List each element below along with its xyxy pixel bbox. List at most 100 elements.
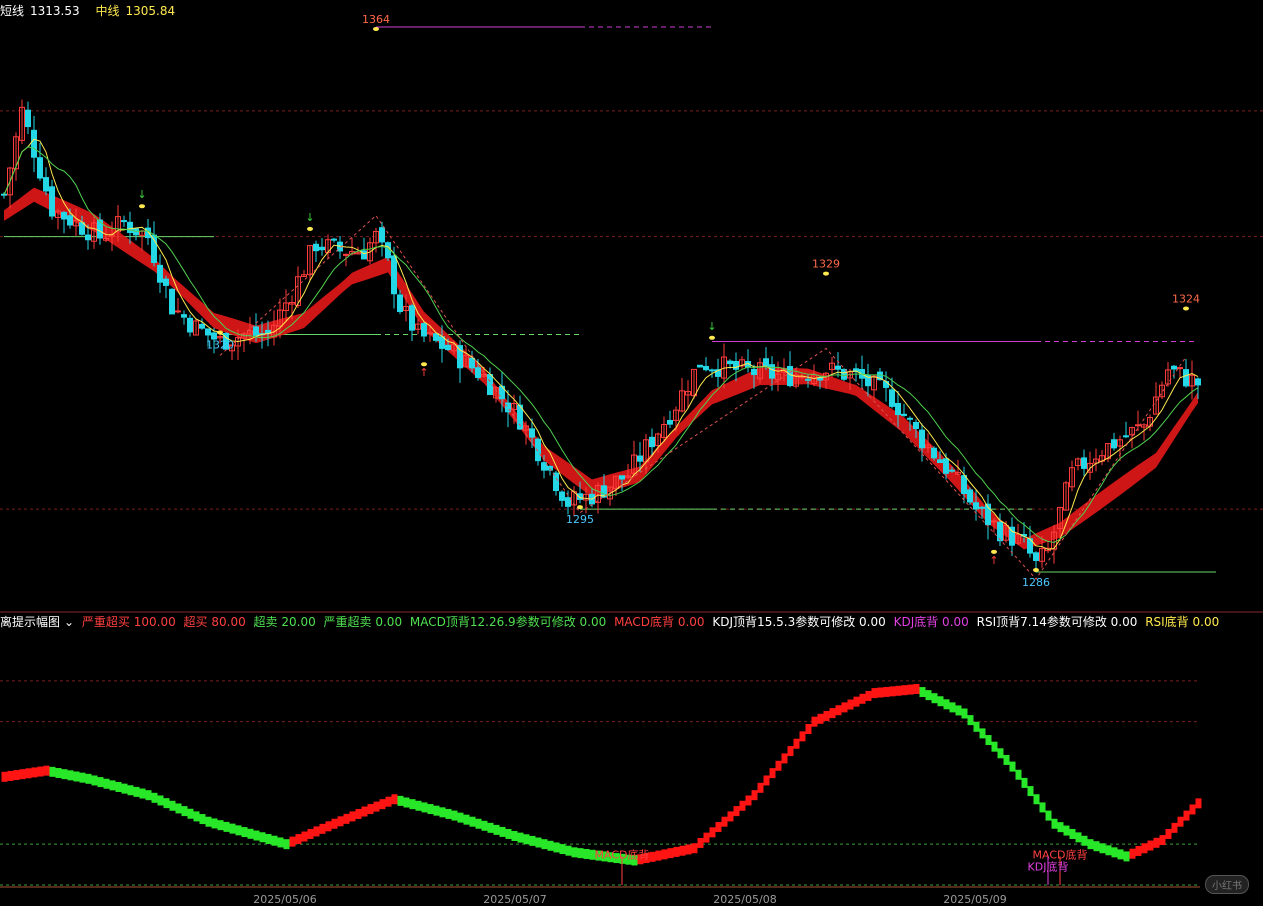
candle-body [919, 429, 925, 449]
oscillator-bar [1015, 769, 1022, 780]
oscillator-bar [121, 783, 128, 794]
oscillator-bar [661, 849, 668, 860]
divergence-label: MACD底背 [1033, 847, 1088, 861]
oscillator-bar [1075, 832, 1082, 843]
oscillator-bar [253, 830, 260, 841]
oscillator-bar [1147, 840, 1154, 851]
candle-body [895, 402, 901, 416]
oscillator-bar [31, 767, 38, 778]
oscillator-bar [877, 687, 884, 698]
osc-legend-6: MACD底背 0.00 [614, 615, 705, 629]
candle-body [187, 317, 193, 333]
oscillator-bar [229, 823, 236, 834]
oscillator-bar [685, 844, 692, 855]
candle-body [769, 364, 775, 379]
oscillator-bar [841, 702, 848, 713]
oscillator-bar [727, 811, 734, 822]
oscillator-bar [919, 687, 926, 698]
candle-body [379, 227, 385, 243]
candle-body [43, 177, 49, 192]
divergence-label: MACD底背 [595, 847, 650, 861]
oscillator-bar [1153, 837, 1160, 848]
extreme-label: 1364 [362, 13, 390, 26]
oscillator-bar [937, 696, 944, 707]
extreme-dot [823, 271, 829, 276]
candle-body [127, 221, 133, 234]
oscillator-bar [361, 806, 368, 817]
candle-body [445, 344, 451, 351]
sell-dot [709, 335, 715, 340]
oscillator-bar [781, 753, 788, 764]
oscillator-bar [553, 842, 560, 853]
candle-body [1081, 457, 1087, 469]
date-label: 2025/05/08 [713, 893, 777, 906]
oscillator-bar [1051, 818, 1058, 829]
oscillator-bar [1183, 810, 1190, 821]
oscillator-bar [709, 827, 716, 838]
oscillator-bar [511, 831, 518, 841]
oscillator-bar [469, 816, 476, 827]
candle-body [25, 109, 31, 128]
oscillator-bar [565, 845, 572, 856]
candle-body [937, 459, 943, 464]
candle-body [205, 328, 211, 336]
oscillator-bar [205, 816, 212, 827]
oscillator-legend[interactable]: 离提示幅图 ⌄ 严重超买 100.00 超买 80.00 超卖 20.00 严重超… [0, 613, 1223, 630]
oscillator-bar [523, 834, 530, 845]
candle-body [835, 365, 841, 370]
oscillator-bar [973, 721, 980, 732]
oscillator-bar [277, 837, 284, 848]
oscillator-bar [433, 805, 440, 816]
oscillator-bar [175, 803, 182, 814]
sell-dot [139, 204, 145, 209]
extreme-dot [1183, 306, 1189, 311]
oscillator-bar [1129, 848, 1136, 859]
candle-body [529, 428, 535, 438]
candle-body [1111, 439, 1117, 449]
candle-body [763, 358, 769, 367]
oscillator-bar [739, 800, 746, 811]
candle-body [637, 455, 643, 462]
oscillator-bar [703, 832, 710, 843]
oscillator-bar [1, 771, 8, 782]
oscillator-bar [1135, 845, 1142, 856]
oscillator-bar [751, 790, 758, 801]
oscillator-bar [289, 836, 296, 847]
chevron-down-icon[interactable]: ⌄ [64, 615, 74, 629]
osc-title[interactable]: 离提示幅图 [0, 615, 60, 629]
oscillator-bar [991, 741, 998, 752]
oscillator-bar [157, 795, 164, 806]
oscillator-bar [805, 724, 812, 735]
candle-body [157, 264, 163, 283]
candle-body [331, 238, 337, 241]
candle-body [409, 305, 415, 331]
oscillator-bar [997, 748, 1004, 759]
candle-body [1171, 365, 1177, 370]
extreme-dot [1033, 568, 1039, 573]
oscillator-bar [649, 851, 656, 862]
oscillator-bar [1027, 786, 1034, 797]
oscillator-bar [109, 780, 116, 791]
candle-body [67, 215, 73, 226]
oscillator-bar [403, 797, 410, 808]
date-label: 2025/05/06 [253, 893, 317, 906]
oscillator-bar [793, 738, 800, 749]
oscillator-bar [715, 822, 722, 833]
extreme-dot [577, 505, 583, 510]
oscillator-bar [1003, 754, 1010, 765]
oscillator-bar [313, 826, 320, 837]
oscillator-bar [691, 843, 698, 854]
oscillator-bar [325, 821, 332, 832]
osc-legend-4: 严重超卖 0.00 [323, 615, 403, 629]
oscillator-bar [583, 848, 590, 859]
oscillator-bar [823, 710, 830, 721]
candle-body [943, 458, 949, 474]
candle-body [997, 521, 1003, 542]
extreme-label: 1320 [206, 338, 234, 351]
candle-body [85, 234, 91, 241]
oscillator-bar [481, 820, 488, 831]
oscillator-bar [847, 699, 854, 710]
sell-arrow: ↓ [137, 188, 146, 201]
oscillator-bar [427, 804, 434, 815]
oscillator-bar [529, 835, 536, 846]
